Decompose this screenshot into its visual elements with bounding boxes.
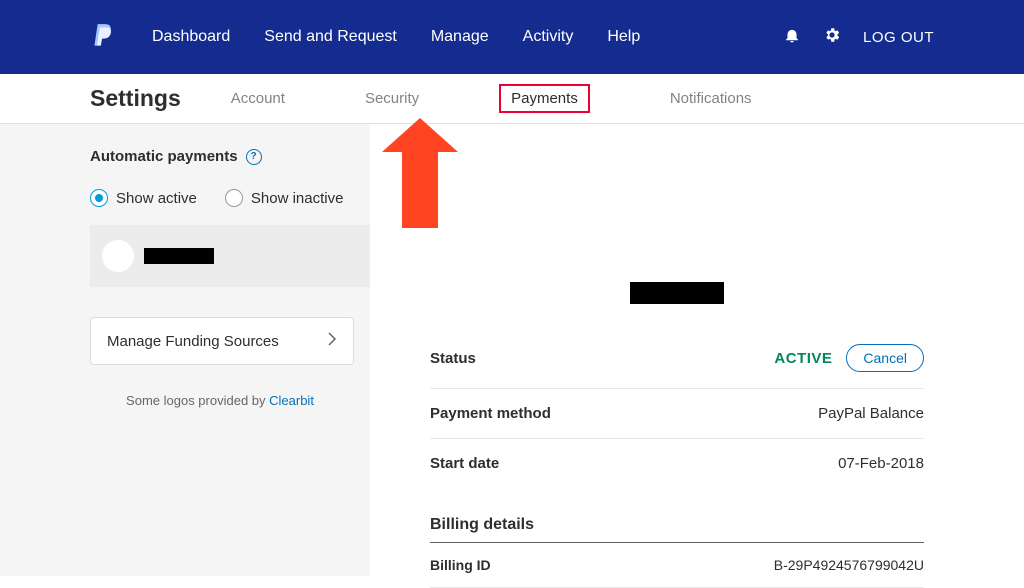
status-value: ACTIVE	[774, 350, 832, 367]
nav-activity[interactable]: Activity	[523, 28, 574, 46]
filter-radios: Show active Show inactive	[0, 165, 370, 225]
billing-id-value: B-29P4924576799042U	[774, 557, 924, 573]
top-nav-links: Dashboard Send and Request Manage Activi…	[152, 28, 640, 46]
billing-details-heading: Billing details	[430, 516, 924, 543]
tab-payments[interactable]: Payments	[499, 84, 590, 113]
radio-active-label: Show active	[116, 190, 197, 207]
row-payment-method: Payment method PayPal Balance	[430, 389, 924, 439]
page-title: Settings	[90, 85, 181, 112]
start-date-label: Start date	[430, 455, 499, 472]
annotation-arrow-icon	[402, 118, 438, 228]
help-icon[interactable]: ?	[246, 149, 262, 165]
status-value-wrap: ACTIVE Cancel	[774, 344, 924, 372]
nav-help[interactable]: Help	[607, 28, 640, 46]
row-billing-id: Billing ID B-29P4924576799042U	[430, 543, 924, 588]
tab-notifications[interactable]: Notifications	[670, 74, 752, 124]
radio-inactive-label: Show inactive	[251, 190, 344, 207]
billing-id-label: Billing ID	[430, 557, 491, 573]
attribution-text: Some logos provided by	[126, 393, 269, 408]
detail-panel: Status ACTIVE Cancel Payment method PayP…	[370, 124, 1024, 576]
status-label: Status	[430, 350, 476, 367]
paypal-logo-icon	[90, 22, 116, 52]
start-date-value: 07-Feb-2018	[838, 455, 924, 472]
settings-subnav: Settings Account Security Payments Notif…	[0, 74, 1024, 124]
payment-method-label: Payment method	[430, 405, 551, 422]
attribution-link[interactable]: Clearbit	[269, 393, 314, 408]
chevron-right-icon	[327, 332, 337, 350]
cancel-button[interactable]: Cancel	[846, 344, 924, 372]
auto-payments-label: Automatic payments	[90, 148, 238, 165]
tab-security[interactable]: Security	[365, 74, 419, 124]
tab-account[interactable]: Account	[231, 74, 285, 124]
top-nav-right: LOG OUT	[783, 26, 934, 49]
content-area: Automatic payments ? Show active Show in…	[0, 124, 1024, 576]
merchant-logo-icon	[102, 240, 134, 272]
row-start-date: Start date 07-Feb-2018	[430, 439, 924, 488]
sidebar: Automatic payments ? Show active Show in…	[0, 124, 370, 576]
merchant-title-redacted	[630, 282, 724, 304]
nav-send-request[interactable]: Send and Request	[264, 28, 397, 46]
radio-unselected-icon	[225, 189, 243, 207]
subnav-tabs: Account Security Payments Notifications	[231, 74, 752, 124]
gear-icon[interactable]	[823, 26, 841, 49]
radio-show-inactive[interactable]: Show inactive	[225, 189, 344, 207]
bell-icon[interactable]	[783, 26, 801, 49]
merchant-title	[430, 282, 924, 304]
nav-dashboard[interactable]: Dashboard	[152, 28, 230, 46]
top-nav: Dashboard Send and Request Manage Activi…	[0, 0, 1024, 74]
payment-method-value: PayPal Balance	[818, 405, 924, 422]
auto-payments-heading: Automatic payments ?	[0, 148, 370, 165]
logo-attribution: Some logos provided by Clearbit	[90, 393, 350, 408]
manage-funding-label: Manage Funding Sources	[107, 333, 279, 350]
logout-link[interactable]: LOG OUT	[863, 29, 934, 46]
radio-show-active[interactable]: Show active	[90, 189, 197, 207]
merchant-list-item[interactable]	[90, 225, 370, 287]
nav-manage[interactable]: Manage	[431, 28, 489, 46]
merchant-name-redacted	[144, 248, 214, 264]
radio-selected-icon	[90, 189, 108, 207]
row-status: Status ACTIVE Cancel	[430, 328, 924, 389]
manage-funding-button[interactable]: Manage Funding Sources	[90, 317, 354, 365]
